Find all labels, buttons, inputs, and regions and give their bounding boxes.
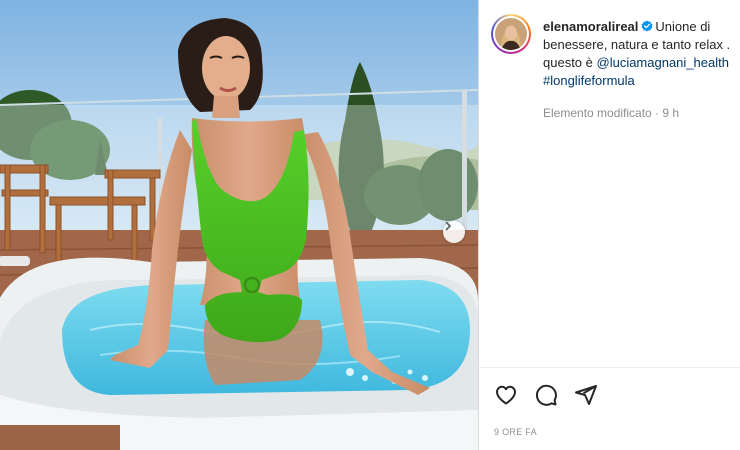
caption-line-3: questo è @luciamagnani_health [543,54,740,72]
username-link[interactable]: elenamoralireal [543,19,638,34]
caption-text-3: questo è [543,55,593,70]
post-side-panel: elenamoralireal Unione di benessere, natu… [479,0,740,450]
caption-text-1: Unione di [655,19,711,34]
instagram-post: elenamoralireal Unione di benessere, natu… [0,0,740,450]
post-timestamp: 9 ORE FA [494,427,537,437]
chevron-right-icon [445,221,452,231]
mention-link[interactable]: @luciamagnani_health [597,55,729,70]
hashtag-link[interactable]: #longlifeformula [543,73,635,88]
share-button[interactable] [574,383,598,407]
actions-divider [479,367,740,368]
caption-text-2: benessere, natura e tanto relax . [543,37,731,52]
comment-button[interactable] [534,383,558,407]
caption-line-4: #longlifeformula [543,72,740,90]
edited-label: Elemento modificato · 9 h [543,106,680,120]
post-photo[interactable] [0,0,478,450]
post-caption: elenamoralireal Unione di benessere, natu… [543,18,740,90]
heart-icon [496,385,516,405]
photo-illustration [0,0,478,450]
verified-badge-icon [642,20,653,32]
comment-icon [535,384,557,406]
avatar-ring [493,16,529,52]
caption-line-1: elenamoralireal Unione di [543,18,740,36]
like-button[interactable] [494,383,518,407]
avatar[interactable] [491,14,531,54]
next-photo-button[interactable] [443,221,465,243]
avatar-image [495,18,527,50]
share-icon [575,385,597,405]
